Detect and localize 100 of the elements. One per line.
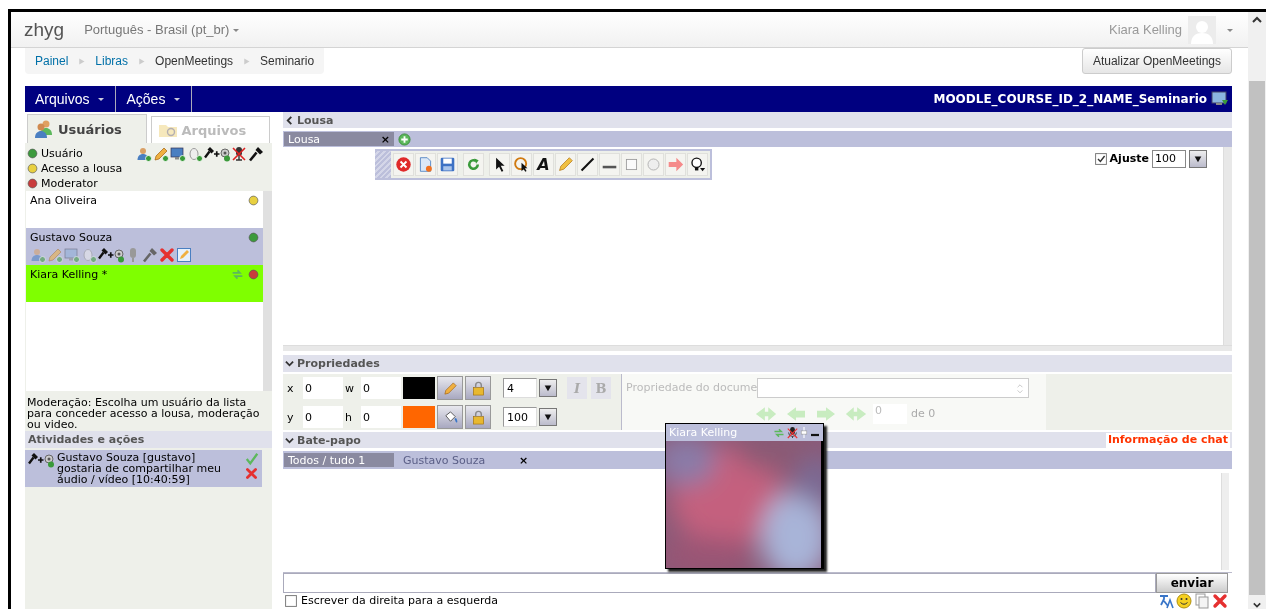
fill-icon[interactable] [442,409,458,425]
message-field[interactable] [283,572,1156,593]
collapse-icon [285,115,294,125]
language-menu[interactable]: Português - Brasil (pt_br) [84,22,241,37]
input-field[interactable]: 0 [303,406,343,429]
document-icon[interactable] [417,155,434,173]
document-select[interactable] [757,377,1030,398]
breadcrumb-link[interactable]: Painel [35,54,69,68]
user-row[interactable]: Kiara Kelling * [26,265,263,302]
video-title: Kiara Kelling [669,426,739,439]
mic-plus-webcam-icon[interactable] [204,146,230,162]
legend-label: Usuário [41,147,83,160]
line-icon[interactable] [579,155,596,173]
bulb-icon[interactable] [689,155,706,173]
checkbox[interactable] [1094,152,1107,165]
opacity-field[interactable]: 100 [503,407,537,428]
breadcrumb-item: OpenMeetings [155,54,234,68]
separator-icon [137,56,147,66]
toolbar-grip[interactable] [375,150,391,178]
swap-icon[interactable] [231,268,244,281]
caret-icon [97,95,106,103]
user-name: Kiara Kelling * [30,268,108,281]
moderation-hint: Moderação: Escolha um usuário da lista para conceder acesso a lousa, moderação ou video. [26,395,261,430]
color-swatch[interactable] [403,406,435,429]
user-row[interactable]: Ana Oliveira [26,191,263,228]
scroll-down-icon[interactable] [1253,601,1261,609]
edit-icon[interactable] [176,247,192,263]
close-tab-button[interactable]: × [519,453,529,467]
field-label: x [287,381,295,395]
section-header[interactable]: Lousa [283,112,1232,129]
close-icon[interactable] [159,247,175,263]
scrollbar[interactable] [1221,472,1229,570]
select-icon[interactable] [513,155,530,173]
section-header[interactable]: Propriedades [283,355,1232,372]
clear-icon[interactable] [395,155,412,173]
lock-icon[interactable] [470,380,486,396]
reject-icon[interactable] [245,467,258,480]
send-button[interactable]: enviar [1156,572,1228,593]
field-label: w [345,381,355,395]
color-swatch[interactable] [403,377,435,400]
add-user-icon[interactable] [30,247,46,263]
input-field[interactable]: 0 [361,377,401,400]
monitor-icon[interactable] [170,146,186,162]
room-title: MOODLE_COURSE_ID_2_NAME_Seminario [933,92,1207,106]
screen-icon[interactable] [1211,91,1229,107]
save-icon[interactable] [439,155,456,173]
collapse-icon [285,359,294,369]
text-tool[interactable]: A [533,152,554,176]
mouse-icon[interactable] [187,146,203,162]
checkbox-label: Escrever da direita para a esquerda [301,594,498,608]
scrollbar[interactable] [263,191,272,391]
section-header[interactable]: Bate-papo [285,433,361,447]
clear-icon[interactable] [1212,592,1228,609]
whiteboard-tab[interactable]: Lousa × [284,132,394,147]
translate-icon[interactable] [1158,592,1174,609]
activity-text: Gustavo Souza [gustavo] gostaria de compartilhar meu áudio / vídeo [10:40:59] [57,452,222,485]
mic-plus-webcam-icon[interactable] [98,247,124,263]
panel-tab[interactable]: Usuários [27,114,147,143]
spinner-icon [1016,381,1025,394]
fit-label: Ajuste [1109,152,1149,166]
volume-slider-icon[interactable] [800,426,808,439]
muted-mic-icon[interactable] [787,426,798,439]
pencil-icon[interactable] [442,380,458,396]
users-icon [34,119,54,139]
add-user-icon[interactable] [136,146,152,162]
pencil-icon[interactable] [557,155,574,173]
pencil-icon[interactable] [153,146,169,162]
update-button[interactable]: Atualizar OpenMeetings [1081,48,1232,74]
legend-label: Acesso a lousa [41,162,123,175]
scrollbar-thumb[interactable] [1249,81,1265,595]
user-row[interactable]: Gustavo Souza [26,228,263,265]
input-field[interactable]: 0 [361,406,401,429]
line-width-field[interactable]: 4 [503,378,537,399]
separator-icon [77,56,87,66]
input-field[interactable]: 0 [303,377,343,400]
add-icon[interactable] [398,132,411,146]
pencil-icon[interactable] [47,247,63,263]
mouse-icon[interactable] [81,247,97,263]
scrollbar[interactable] [1223,146,1232,345]
field-label: h [345,410,353,424]
brand-name[interactable]: zhyg [24,18,65,41]
chat-tab[interactable]: Gustavo Souza [399,453,509,467]
user-name: Gustavo Souza [30,231,113,244]
arrow-icon[interactable] [667,155,684,173]
zoom-field[interactable]: 100 [1152,149,1186,168]
lock-icon[interactable] [470,409,486,425]
mic-icon[interactable] [248,146,264,162]
breadcrumb-item: Seminario [260,54,315,68]
scrollbar[interactable] [283,344,1232,352]
breadcrumb-link[interactable]: Libras [95,54,129,68]
muted-mic-icon[interactable] [231,146,247,162]
checkbox[interactable] [285,594,297,607]
chat-info-link[interactable]: Informação de chat [1105,432,1230,448]
collapse-icon [285,435,294,445]
scrollbar[interactable] [1248,12,1266,609]
caret-icon [173,95,182,103]
emoticon-icon[interactable] [1176,592,1192,609]
copy-icon[interactable] [1194,592,1210,609]
mic-plus-webcam-icon [28,452,54,468]
scroll-up-icon[interactable] [1252,15,1262,25]
